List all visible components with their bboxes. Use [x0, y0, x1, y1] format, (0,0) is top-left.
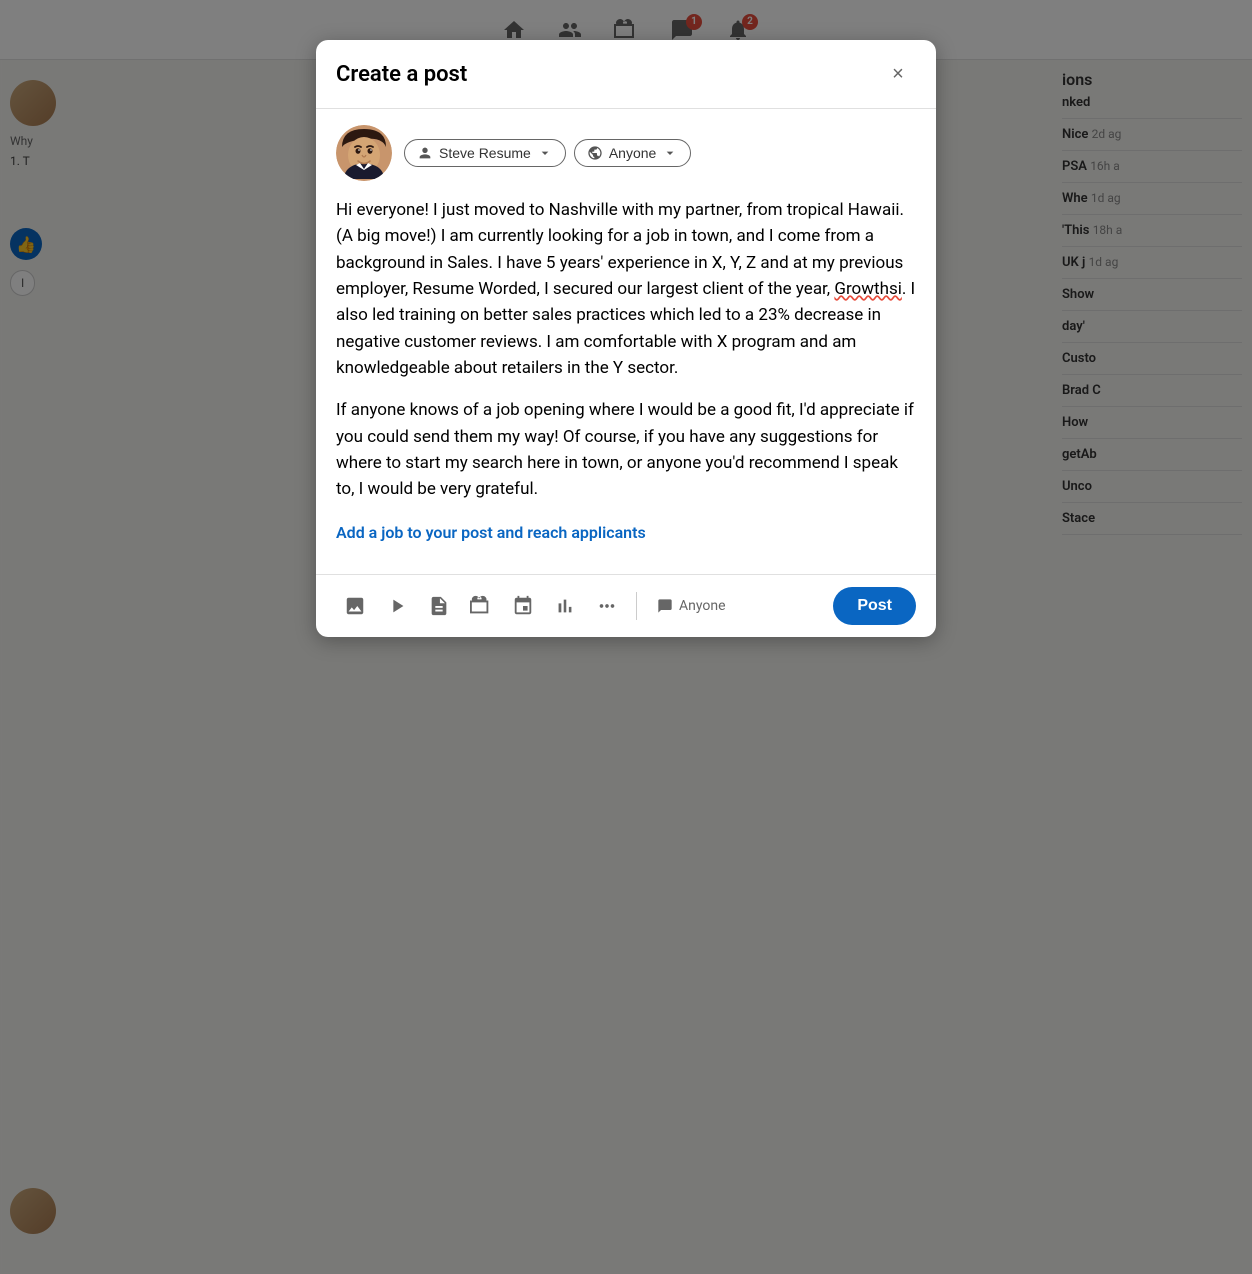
footer-anyone-label: Anyone	[679, 598, 726, 614]
footer-divider	[636, 592, 637, 620]
post-paragraph-1: Hi everyone! I just moved to Nashville w…	[336, 197, 916, 381]
modal-footer: Anyone Post	[316, 574, 936, 637]
add-photo-button[interactable]	[336, 587, 374, 625]
add-celebration-button[interactable]	[504, 587, 542, 625]
modal-title: Create a post	[336, 62, 467, 87]
user-pills: Steve Resume Anyone	[404, 139, 691, 167]
modal-body: Steve Resume Anyone	[316, 109, 936, 574]
add-chart-button[interactable]	[546, 587, 584, 625]
user-avatar	[336, 125, 392, 181]
add-document-button[interactable]	[420, 587, 458, 625]
modal-header: Create a post ×	[316, 40, 936, 109]
post-button[interactable]: Post	[833, 587, 916, 625]
visibility-pill[interactable]: Anyone	[574, 139, 691, 167]
modal-overlay: Create a post ×	[0, 0, 1252, 1274]
more-options-button[interactable]	[588, 587, 626, 625]
user-info-row: Steve Resume Anyone	[336, 125, 916, 181]
add-job-link[interactable]: Add a job to your post and reach applica…	[336, 523, 916, 542]
user-name-label: Steve Resume	[439, 145, 531, 161]
add-video-button[interactable]	[378, 587, 416, 625]
user-name-pill[interactable]: Steve Resume	[404, 139, 566, 167]
footer-anyone-selector[interactable]: Anyone	[647, 592, 736, 620]
post-paragraph-2: If anyone knows of a job opening where I…	[336, 397, 916, 502]
create-post-modal: Create a post ×	[316, 40, 936, 637]
visibility-label: Anyone	[609, 145, 656, 161]
misspelled-word: Growthsi	[834, 279, 901, 299]
close-button[interactable]: ×	[880, 56, 916, 92]
footer-action-icons: Anyone	[336, 587, 829, 625]
add-job-button[interactable]	[462, 587, 500, 625]
post-text-content[interactable]: Hi everyone! I just moved to Nashville w…	[336, 197, 916, 503]
